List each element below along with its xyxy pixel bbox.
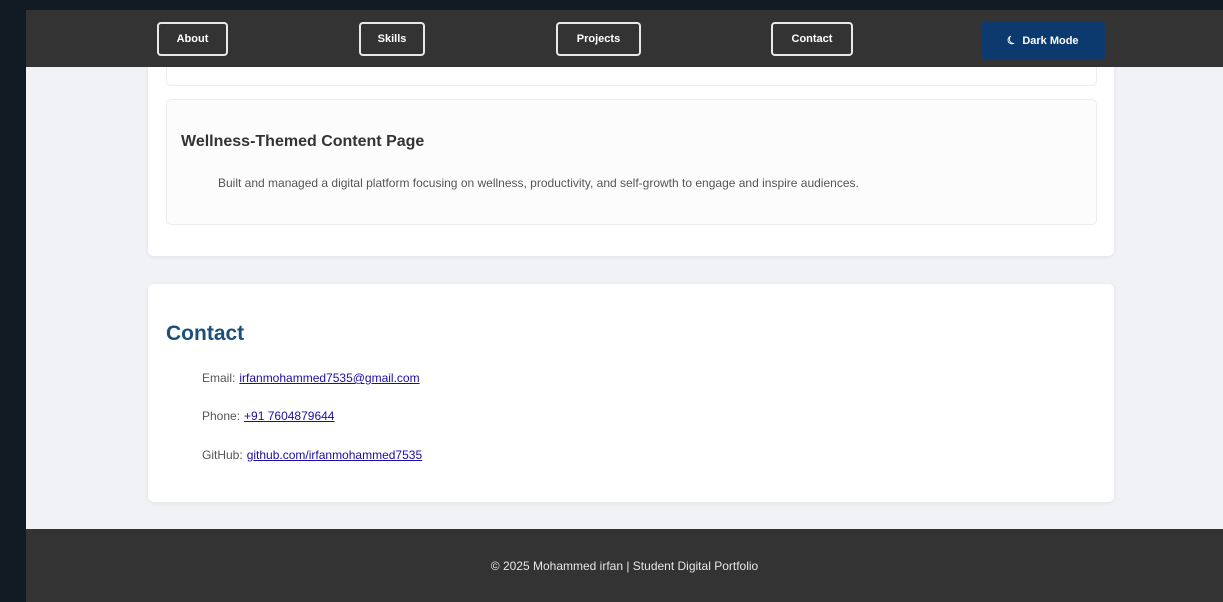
project-title: Wellness-Themed Content Page bbox=[181, 133, 425, 150]
contact-section: Contact Email: irfanmohammed7535@gmail.co… bbox=[148, 284, 1114, 502]
top-navbar: About Skills Projects Contact ☾ Dark Mod… bbox=[26, 10, 1223, 67]
contact-phone-row: Phone: +91 7604879644 bbox=[202, 409, 334, 423]
github-label: GitHub: bbox=[202, 448, 243, 462]
nav-about-button[interactable]: About bbox=[157, 22, 228, 56]
phone-label: Phone: bbox=[202, 409, 241, 423]
contact-email-row: Email: irfanmohammed7535@gmail.com bbox=[202, 371, 420, 385]
dark-mode-toggle[interactable]: ☾ Dark Mode bbox=[981, 22, 1105, 59]
github-link[interactable]: github.com/irfanmohammed7535 bbox=[247, 448, 422, 462]
footer-text: © 2025 Mohammed irfan | Student Digital … bbox=[490, 558, 759, 573]
nav-skills-button[interactable]: Skills bbox=[359, 22, 425, 56]
project-description: Built and managed a digital platform foc… bbox=[218, 176, 859, 190]
browser-viewport: Wellness-Themed Content Page Built and m… bbox=[26, 10, 1223, 602]
project-card-wellness: Wellness-Themed Content Page Built and m… bbox=[166, 99, 1097, 225]
projects-section: Wellness-Themed Content Page Built and m… bbox=[148, 40, 1114, 256]
contact-github-row: GitHub: github.com/irfanmohammed7535 bbox=[202, 448, 422, 462]
phone-link[interactable]: +91 7604879644 bbox=[244, 409, 334, 423]
nav-contact-button[interactable]: Contact bbox=[771, 22, 853, 56]
nav-projects-button[interactable]: Projects bbox=[556, 22, 641, 56]
contact-heading: Contact bbox=[166, 322, 245, 345]
email-link[interactable]: irfanmohammed7535@gmail.com bbox=[239, 371, 419, 385]
page-footer: © 2025 Mohammed irfan | Student Digital … bbox=[26, 529, 1223, 602]
email-label: Email: bbox=[202, 371, 236, 385]
moon-icon: ☾ bbox=[1005, 33, 1020, 49]
dark-mode-label: Dark Mode bbox=[1022, 34, 1079, 47]
